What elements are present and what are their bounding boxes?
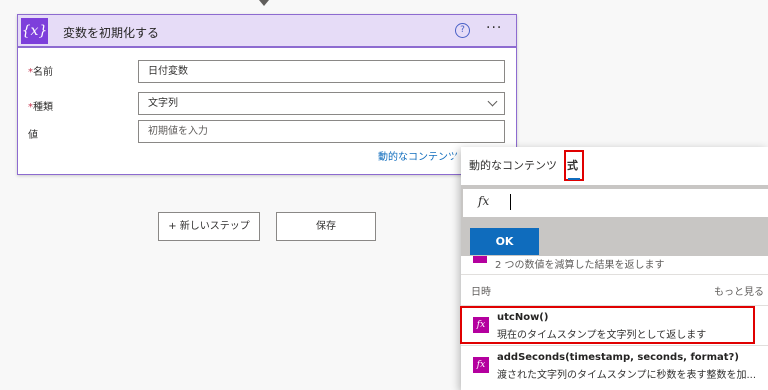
utcnow-highlight-box: [460, 306, 755, 344]
variable-icon: {x}: [21, 18, 48, 44]
text-cursor: [510, 194, 511, 210]
panel-caret: [453, 150, 461, 166]
initialize-variable-card: {x} 変数を初期化する ? ··· *名前 日付変数 *種類 文字列 値 初期…: [17, 14, 517, 175]
section-title: 日時: [471, 287, 491, 298]
name-label: *名前: [28, 67, 53, 78]
function-icon: [473, 256, 487, 263]
name-input[interactable]: 日付変数: [138, 60, 505, 83]
type-label: *種類: [28, 102, 53, 113]
value-input[interactable]: 初期値を入力: [138, 120, 505, 143]
expression-input[interactable]: fx: [463, 189, 768, 217]
new-step-button[interactable]: + 新しいステップ: [158, 212, 260, 241]
card-header[interactable]: {x} 変数を初期化する ? ···: [18, 15, 516, 48]
type-select-value: 文字列: [148, 98, 178, 109]
card-title: 変数を初期化する: [63, 26, 160, 40]
tab-dynamic-content[interactable]: 動的なコンテンツ: [469, 157, 557, 173]
function-desc: 2 つの数値を減算した結果を返します: [495, 260, 665, 271]
dynamic-content-link[interactable]: 動的なコンテンツ: [378, 148, 458, 163]
help-icon[interactable]: ?: [455, 23, 470, 38]
more-options-icon[interactable]: ···: [486, 20, 502, 36]
type-select[interactable]: 文字列: [138, 92, 505, 115]
divider: [461, 274, 768, 275]
connector-arrow: [259, 0, 269, 6]
divider: [461, 345, 768, 346]
fx-icon: fx: [478, 194, 490, 208]
tab-expression[interactable]: 式: [567, 157, 578, 173]
function-name: addSeconds(timestamp, seconds, format?): [497, 352, 739, 363]
save-button[interactable]: 保存: [276, 212, 376, 241]
function-icon: fx: [473, 357, 489, 373]
see-more-link[interactable]: もっと見る: [714, 283, 764, 298]
value-label: 値: [28, 130, 38, 141]
chevron-down-icon: [487, 96, 498, 107]
function-item-addseconds[interactable]: fx addSeconds(timestamp, seconds, format…: [461, 347, 768, 385]
expression-panel: 動的なコンテンツ 式 fx OK 2 つの数値を減算した結果を返します 日時 も…: [461, 147, 768, 390]
function-desc: 渡された文字列のタイムスタンプに秒数を表す整数を加...: [497, 370, 757, 381]
ok-button[interactable]: OK: [470, 228, 539, 255]
function-item-partial[interactable]: 2 つの数値を減算した結果を返します: [461, 256, 768, 274]
active-tab-indicator: [568, 178, 580, 180]
